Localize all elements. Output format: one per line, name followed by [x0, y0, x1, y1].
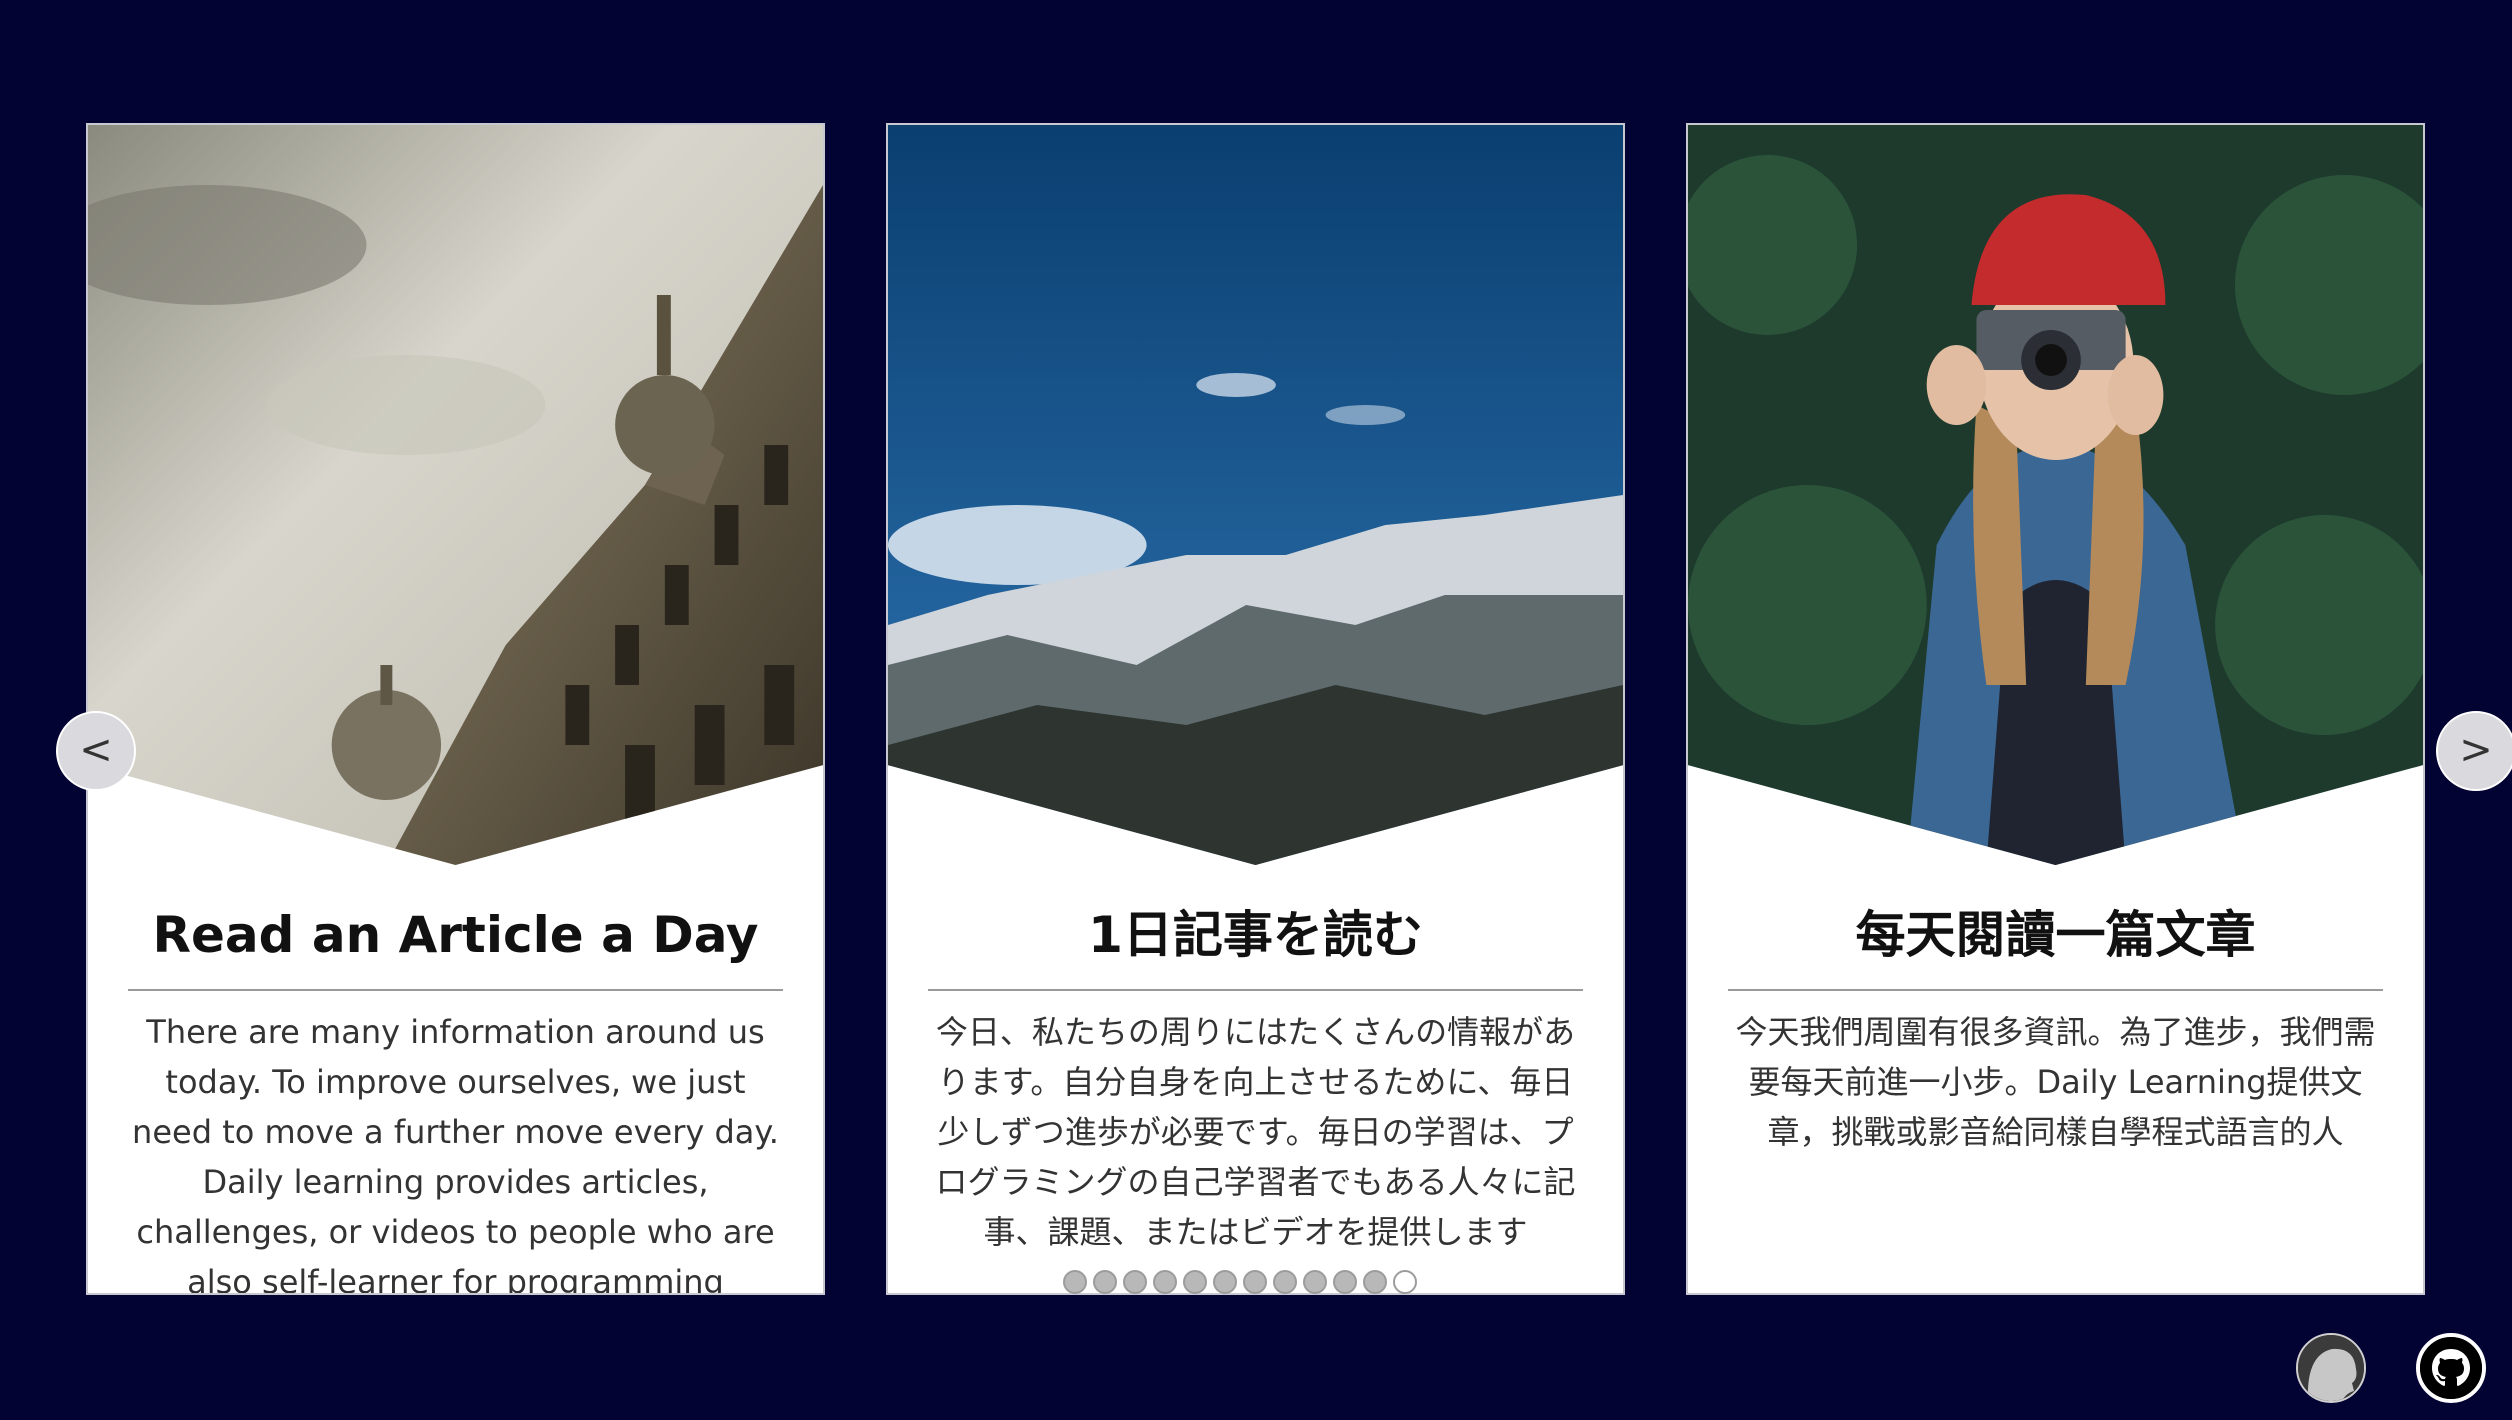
photographer-photo [1688, 125, 2423, 865]
title-divider [1728, 989, 2383, 991]
slide-title: Read an Article a Day [152, 906, 759, 964]
title-divider [128, 989, 783, 991]
pagination-dot[interactable] [1123, 1270, 1147, 1294]
pagination-dot[interactable] [1333, 1270, 1357, 1294]
slide-title: 1日記事を読む [1088, 906, 1423, 964]
carousel-prev-button[interactable]: < [56, 711, 136, 791]
pagination-dot[interactable] [1093, 1270, 1117, 1294]
github-icon[interactable] [2416, 1333, 2486, 1403]
slide-description: There are many information around us tod… [132, 1013, 779, 1295]
slide-card-chinese[interactable]: 每天閱讀一篇文章 今天我們周圍有很多資訊。為了進步，我們需要每天前進一小步。Da… [1686, 123, 2425, 1295]
pagination-dot[interactable] [1183, 1270, 1207, 1294]
pagination-dot[interactable] [1063, 1270, 1087, 1294]
pagination-dot[interactable] [1303, 1270, 1327, 1294]
pagination-dot[interactable] [1213, 1270, 1237, 1294]
title-divider [928, 989, 1583, 991]
pagination-dot[interactable] [1363, 1270, 1387, 1294]
avatar-icon[interactable] [2296, 1333, 2366, 1403]
pagination-dot[interactable] [1153, 1270, 1177, 1294]
mountain-photo [888, 125, 1623, 865]
slide-description: 今日、私たちの周りにはたくさんの情報があります。自分自身を向上させるために、毎日… [935, 1013, 1576, 1251]
pagination-dot[interactable] [1243, 1270, 1267, 1294]
pagination-dot[interactable] [1273, 1270, 1297, 1294]
carousel-pagination [1063, 1270, 1417, 1294]
carousel-next-button[interactable]: > [2436, 711, 2512, 791]
slide-card-japanese[interactable]: 1日記事を読む 今日、私たちの周りにはたくさんの情報があります。自分自身を向上さ… [886, 123, 1625, 1295]
slide-description: 今天我們周圍有很多資訊。為了進步，我們需要每天前進一小步。Daily Learn… [1735, 1013, 2376, 1151]
building-photo [88, 125, 823, 865]
slide-card-english[interactable]: Read an Article a Day There are many inf… [86, 123, 825, 1295]
slide-title: 每天閱讀一篇文章 [1855, 906, 2256, 964]
carousel-stage: Read an Article a Day There are many inf… [0, 0, 2512, 1420]
pagination-dot[interactable] [1393, 1270, 1417, 1294]
